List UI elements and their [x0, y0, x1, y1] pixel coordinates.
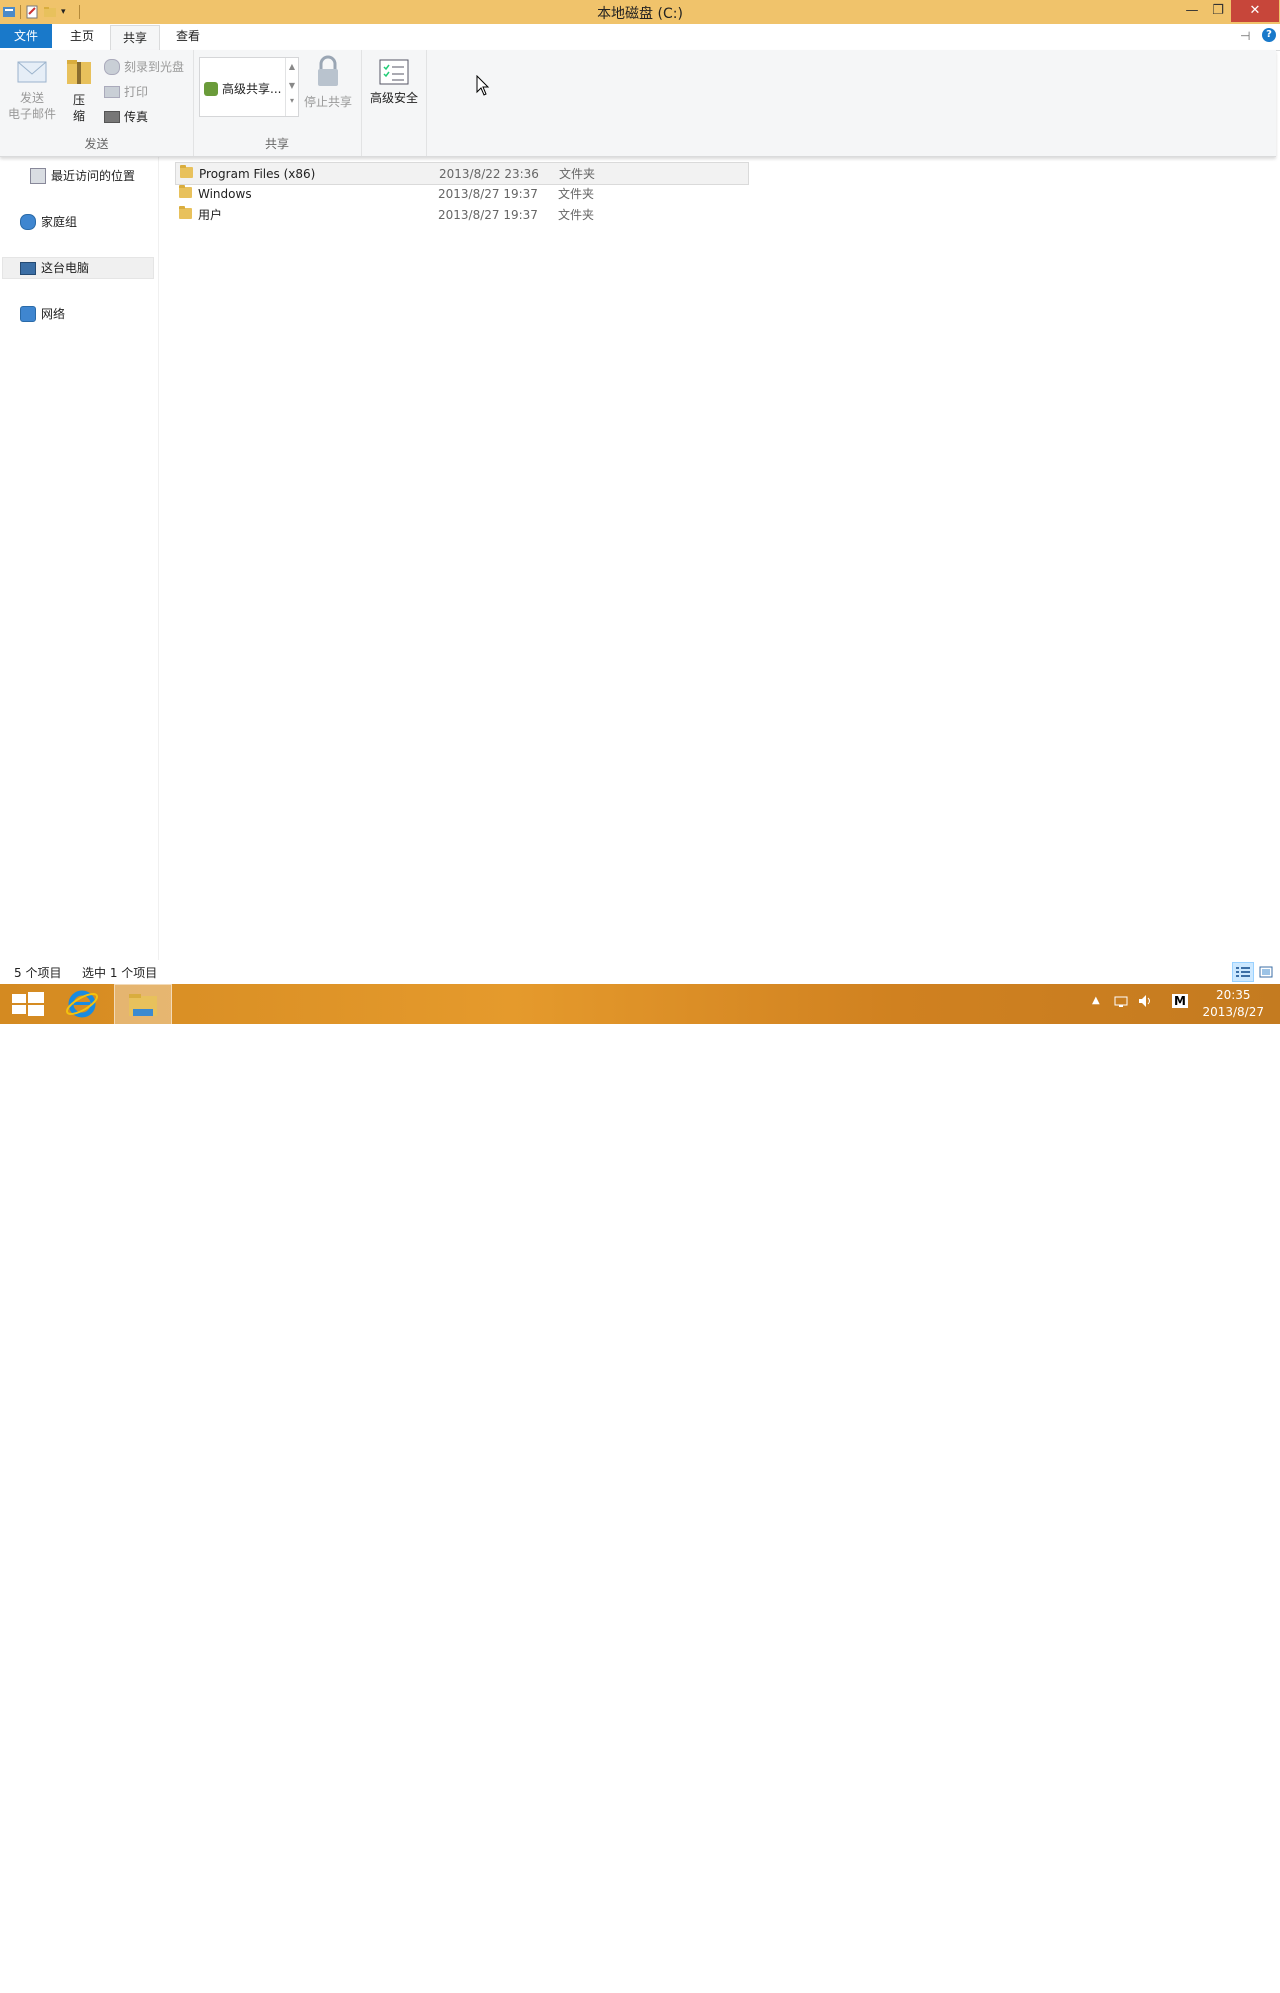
watermark-logo: The Collection Book	[1092, 1972, 1276, 1993]
email-label-2: 电子邮件	[7, 107, 56, 121]
tab-share[interactable]: 共享	[110, 25, 161, 52]
disc-icon	[104, 59, 120, 75]
system-clock[interactable]: 20:35 2013/8/27	[1202, 987, 1264, 1021]
send-group-label: 发送	[84, 137, 109, 151]
tab-file[interactable]: 文件	[0, 24, 53, 48]
zip-folder-icon	[67, 60, 91, 84]
zip-label-2: 缩	[72, 109, 85, 123]
nav-this-pc[interactable]: 这台电脑	[2, 257, 154, 279]
advanced-sharing-item[interactable]: 高级共享...	[204, 80, 281, 97]
pin-ribbon-icon[interactable]: ⊣	[1240, 29, 1250, 43]
ribbon-tabs: 文件 主页 共享 查看 ⊣ ?	[0, 24, 1280, 52]
stop-sharing-label: 停止共享	[303, 95, 352, 109]
recent-places-label: 最近访问的位置	[51, 169, 136, 183]
file-date: 2013/8/22 23:36	[439, 166, 539, 181]
file-type: 文件夹	[558, 187, 595, 201]
clock-time: 20:35	[1215, 988, 1251, 1002]
item-count: 5 个项目	[14, 966, 62, 980]
advanced-security-button[interactable]: 高级安全	[365, 58, 423, 106]
email-button[interactable]: 发送 电子邮件	[6, 58, 58, 122]
status-bar: 5 个项目 选中 1 个项目	[0, 960, 1280, 984]
volume-icon[interactable]	[1138, 994, 1154, 1011]
print-button[interactable]: 打印	[104, 82, 148, 102]
details-view-icon	[1236, 967, 1250, 977]
start-button[interactable]	[0, 984, 56, 1024]
nav-homegroup[interactable]: 家庭组	[20, 211, 77, 233]
email-icon	[17, 61, 47, 83]
title-bar: ▾ 本地磁盘 (C:) — ❐ ✕	[0, 0, 1280, 25]
advanced-sharing-label: 高级共享...	[222, 82, 282, 96]
ime-indicator[interactable]: M	[1172, 994, 1188, 1008]
recent-places-icon	[30, 168, 46, 184]
zip-label-1: 压	[72, 93, 85, 107]
clock-date: 2013/8/27	[1202, 1005, 1264, 1019]
printer-icon	[104, 86, 120, 98]
large-icons-view-icon	[1259, 966, 1273, 978]
fax-label: 传真	[124, 110, 149, 124]
details-view-button[interactable]	[1232, 962, 1254, 982]
fax-button[interactable]: 传真	[104, 107, 148, 127]
burn-disc-button[interactable]: 刻录到光盘	[104, 57, 184, 77]
network-label: 网络	[41, 307, 66, 321]
network-icon	[20, 306, 36, 322]
show-hidden-icons-icon[interactable]: ▲	[1092, 995, 1100, 1006]
gallery-scrollbar[interactable]: ▲ ▼ ▾	[285, 58, 298, 116]
window-title: 本地磁盘 (C:)	[597, 6, 683, 22]
help-icon[interactable]: ?	[1262, 28, 1276, 42]
minimize-button[interactable]: —	[1178, 0, 1206, 22]
internet-explorer-icon	[65, 990, 99, 1018]
close-button[interactable]: ✕	[1231, 0, 1279, 22]
network-tray-icon[interactable]	[1114, 994, 1128, 1011]
folder-icon	[180, 165, 193, 178]
tab-view[interactable]: 查看	[164, 24, 212, 48]
taskbar: The Collection Book ▲ M 20:35 2013/8/27	[0, 984, 1280, 1993]
file-name: 用户	[198, 208, 223, 222]
gallery-scroll-up-icon[interactable]: ▲	[286, 62, 298, 71]
nav-recent-places[interactable]: 最近访问的位置	[30, 165, 135, 187]
file-type: 文件夹	[558, 208, 595, 222]
homegroup-icon	[20, 214, 36, 230]
table-row[interactable]: Windows 2013/8/27 19:37 文件夹	[175, 183, 747, 204]
internet-explorer-button[interactable]	[56, 984, 112, 1024]
file-explorer-icon	[129, 994, 157, 1016]
burn-disc-label: 刻录到光盘	[124, 60, 185, 74]
folder-icon	[179, 206, 192, 219]
zip-button[interactable]: 压 缩	[62, 56, 96, 124]
email-label-1: 发送	[19, 91, 44, 105]
computer-icon	[20, 261, 36, 275]
security-group: 高级安全	[361, 50, 427, 156]
folder-icon	[179, 185, 192, 198]
homegroup-label: 家庭组	[41, 215, 78, 229]
gallery-scroll-down-icon[interactable]: ▼	[286, 81, 298, 90]
this-pc-label: 这台电脑	[41, 261, 90, 275]
file-name: Windows	[198, 186, 252, 201]
windows-logo-icon	[12, 992, 44, 1016]
print-label: 打印	[124, 85, 149, 99]
file-date: 2013/8/27 19:37	[438, 207, 538, 222]
lock-icon	[318, 55, 338, 86]
send-group: 发送 电子邮件 压 缩 刻录到光盘 打印 传真 发送	[0, 50, 194, 156]
advanced-security-label: 高级安全	[369, 91, 418, 105]
table-row[interactable]: 用户 2013/8/27 19:37 文件夹	[175, 204, 747, 225]
ribbon: 发送 电子邮件 压 缩 刻录到光盘 打印 传真 发送 共享 停止共享 高级安全	[0, 50, 1276, 157]
users-icon	[204, 81, 218, 96]
file-date: 2013/8/27 19:37	[438, 186, 538, 201]
share-with-gallery[interactable]: 高级共享... ▲ ▼ ▾	[199, 57, 299, 117]
maximize-button[interactable]: ❐	[1204, 0, 1232, 22]
mouse-cursor-icon	[476, 75, 490, 96]
file-name: Program Files (x86)	[199, 166, 316, 181]
tab-home[interactable]: 主页	[58, 24, 106, 48]
nav-network[interactable]: 网络	[20, 303, 65, 325]
share-group-label: 共享	[264, 137, 289, 151]
gallery-expand-icon[interactable]: ▾	[286, 96, 298, 105]
large-icons-view-button[interactable]	[1255, 962, 1277, 982]
security-list-icon	[379, 59, 409, 85]
selected-count: 选中 1 个项目	[82, 966, 158, 980]
fax-icon	[104, 111, 120, 123]
file-explorer-button[interactable]	[114, 984, 172, 1026]
file-type: 文件夹	[559, 167, 596, 181]
stop-sharing-button[interactable]: 停止共享	[301, 54, 355, 110]
table-row[interactable]: Program Files (x86) 2013/8/22 23:36 文件夹	[175, 162, 749, 185]
navigation-pane: 最近访问的位置 家庭组 这台电脑 网络	[0, 156, 159, 960]
